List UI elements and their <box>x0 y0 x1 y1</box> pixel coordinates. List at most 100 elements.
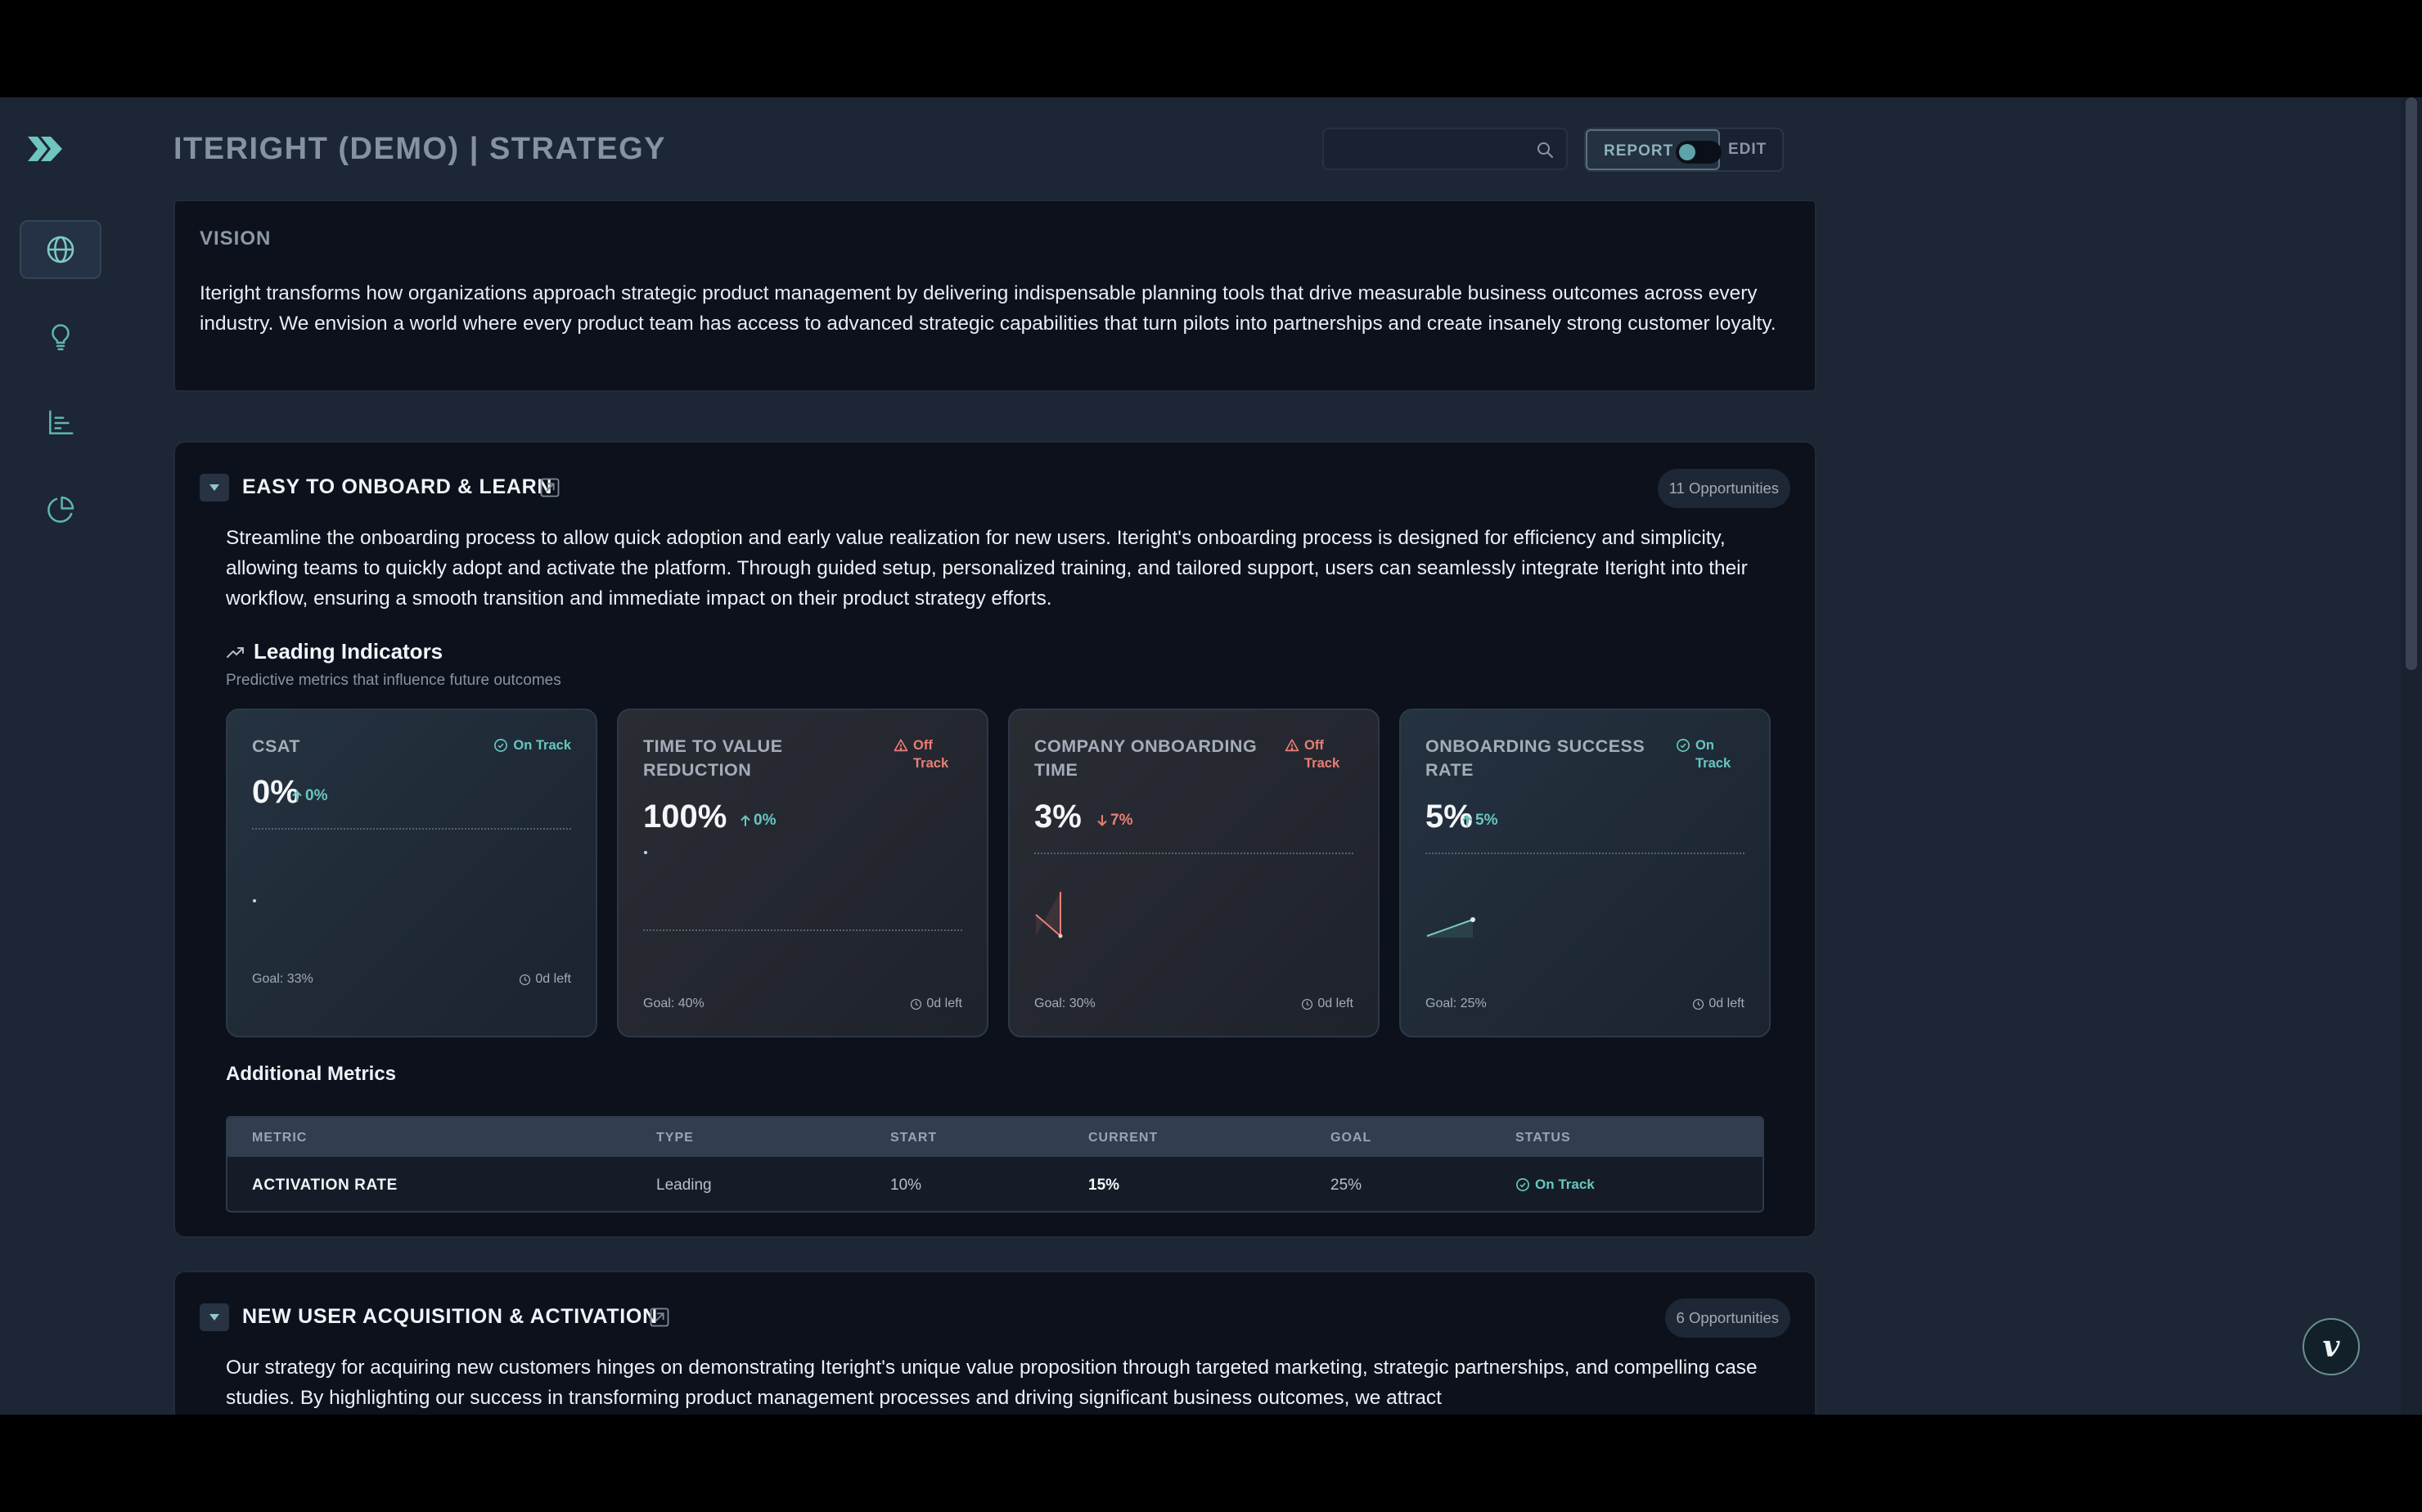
column-header-type: TYPE <box>656 1131 694 1145</box>
metric-goal: Goal: 30% <box>1034 997 1096 1010</box>
metric-separator <box>252 828 571 830</box>
metric-separator <box>1425 853 1744 854</box>
opportunities-badge[interactable]: 6 Opportunities <box>1664 1298 1790 1338</box>
app-screen: ITERIGHT (DEMO) | STRATEGY REPORT EDIT V… <box>0 97 2422 1415</box>
caret-down-icon <box>209 484 219 491</box>
open-external-icon[interactable] <box>538 476 561 499</box>
metric-delta: 7% <box>1096 812 1132 830</box>
sidebar-item-metrics[interactable] <box>20 394 101 452</box>
sparkline-area <box>1036 892 1060 936</box>
metric-value: 3% <box>1034 799 1082 835</box>
goal-line <box>643 929 962 931</box>
metric-time-left: 0d left <box>910 997 962 1011</box>
sidebar <box>0 97 126 1415</box>
scrollbar-thumb[interactable] <box>2406 97 2417 670</box>
pie-chart-icon <box>47 496 74 523</box>
status-badge: Off Track <box>1285 736 1353 772</box>
arrow-down-icon <box>1097 815 1107 826</box>
metric-value: 100% <box>643 799 727 835</box>
arrow-up-icon <box>741 815 750 826</box>
metric-time-left: 0d left <box>519 972 571 987</box>
scrollbar[interactable] <box>2401 97 2422 1415</box>
column-header-status: STATUS <box>1515 1131 1571 1145</box>
clock-icon <box>911 998 922 1010</box>
metric-card-title: ONBOARDING SUCCESS RATE <box>1425 736 1645 780</box>
caret-down-icon <box>209 1314 219 1321</box>
sidebar-item-reports[interactable] <box>20 480 101 539</box>
sparkline <box>1035 892 1063 938</box>
metric-card-csat[interactable]: CSAT On Track 0% 0% Goal: 33% 0d left <box>226 709 597 1037</box>
arrow-up-icon <box>1462 815 1472 826</box>
clock-icon <box>1302 998 1313 1010</box>
vision-title: VISION <box>200 227 272 250</box>
additional-metrics-title: Additional Metrics <box>226 1063 397 1085</box>
section-title: NEW USER ACQUISITION & ACTIVATION <box>242 1305 658 1328</box>
metric-card-onboarding-success-rate[interactable]: ONBOARDING SUCCESS RATE On Track 5% 5% G… <box>1399 709 1771 1037</box>
collapse-button[interactable] <box>200 474 229 502</box>
warning-triangle-icon <box>894 739 908 752</box>
bar-list-icon <box>49 410 74 434</box>
edit-mode-button[interactable]: EDIT <box>1728 141 1767 159</box>
mode-switch[interactable] <box>1676 141 1722 164</box>
lightbulb-icon <box>52 324 70 351</box>
strategy-section: NEW USER ACQUISITION & ACTIVATION 6 Oppo… <box>173 1271 1816 1415</box>
search-icon <box>1537 142 1553 158</box>
column-header-metric: METRIC <box>252 1131 308 1145</box>
cell-status: On Track <box>1515 1177 1595 1193</box>
metric-goal: Goal: 40% <box>643 997 705 1010</box>
cell-metric[interactable]: ACTIVATION RATE <box>252 1177 398 1195</box>
trending-up-icon <box>227 646 244 658</box>
table-header: METRIC TYPE START CURRENT GOAL STATUS <box>227 1118 1762 1157</box>
check-circle-icon <box>1677 739 1690 752</box>
sparkline <box>1426 917 1475 938</box>
metric-card-time-to-value[interactable]: TIME TO VALUE REDUCTION Off Track 100% 0… <box>617 709 988 1037</box>
arrow-up-icon <box>292 790 302 802</box>
section-description: Streamline the onboarding process to all… <box>226 527 1748 610</box>
metric-separator <box>1034 853 1353 854</box>
open-external-icon[interactable] <box>648 1306 671 1329</box>
column-header-start: START <box>890 1131 938 1145</box>
leading-indicators-header: Leading Indicators <box>226 639 443 664</box>
column-header-goal: GOAL <box>1330 1131 1372 1145</box>
sidebar-item-ideas[interactable] <box>20 307 101 366</box>
metric-time-left: 0d left <box>1301 997 1353 1011</box>
report-label: REPORT <box>1604 142 1674 160</box>
metric-card-title: CSAT <box>252 736 300 756</box>
metric-card-company-onboarding-time[interactable]: COMPANY ONBOARDING TIME Off Track 3% 7% … <box>1008 709 1380 1037</box>
report-mode-button[interactable]: REPORT <box>1586 129 1722 170</box>
opportunities-badge[interactable]: 11 Opportunities <box>1657 469 1790 508</box>
metric-goal: Goal: 25% <box>1425 997 1487 1010</box>
brand-v-icon[interactable]: v <box>2303 1318 2360 1375</box>
page-title: ITERIGHT (DEMO) | STRATEGY <box>173 132 667 166</box>
metric-card-title: TIME TO VALUE REDUCTION <box>643 736 783 780</box>
sparkline <box>253 899 256 902</box>
status-badge: On Track <box>493 736 571 754</box>
status-badge: On Track <box>1676 736 1744 772</box>
metric-delta: 0% <box>291 787 327 805</box>
section-title: EASY TO ONBOARD & LEARN <box>242 475 553 498</box>
collapse-button[interactable] <box>200 1303 229 1331</box>
column-header-current: CURRENT <box>1088 1131 1159 1145</box>
globe-icon <box>47 236 74 263</box>
cell-current: 15% <box>1088 1177 1120 1194</box>
metric-time-left: 0d left <box>1692 997 1744 1011</box>
search-input[interactable] <box>1322 128 1568 170</box>
cell-start: 10% <box>890 1177 922 1194</box>
clock-icon <box>520 974 531 985</box>
sparkline-point <box>1470 917 1475 922</box>
clock-icon <box>1693 998 1704 1010</box>
sparkline-point <box>253 899 256 902</box>
strategy-section: EASY TO ONBOARD & LEARN 11 Opportunities… <box>173 441 1816 1238</box>
vision-panel: VISION Iteright transforms how organizat… <box>173 200 1816 392</box>
additional-metrics-table: METRIC TYPE START CURRENT GOAL STATUS AC… <box>226 1116 1764 1213</box>
sparkline-point <box>1058 934 1063 938</box>
metric-delta: 0% <box>740 812 776 830</box>
leading-indicators-subtitle: Predictive metrics that influence future… <box>226 672 561 689</box>
sidebar-item-vision[interactable] <box>20 220 101 279</box>
check-circle-icon <box>494 739 508 752</box>
double-chevron-logo[interactable] <box>26 135 64 163</box>
vision-text: Iteright transforms how organizations ap… <box>200 282 1776 335</box>
sparkline <box>644 851 647 854</box>
section-description: Our strategy for acquiring new customers… <box>226 1357 1758 1409</box>
cell-goal: 25% <box>1330 1177 1362 1194</box>
